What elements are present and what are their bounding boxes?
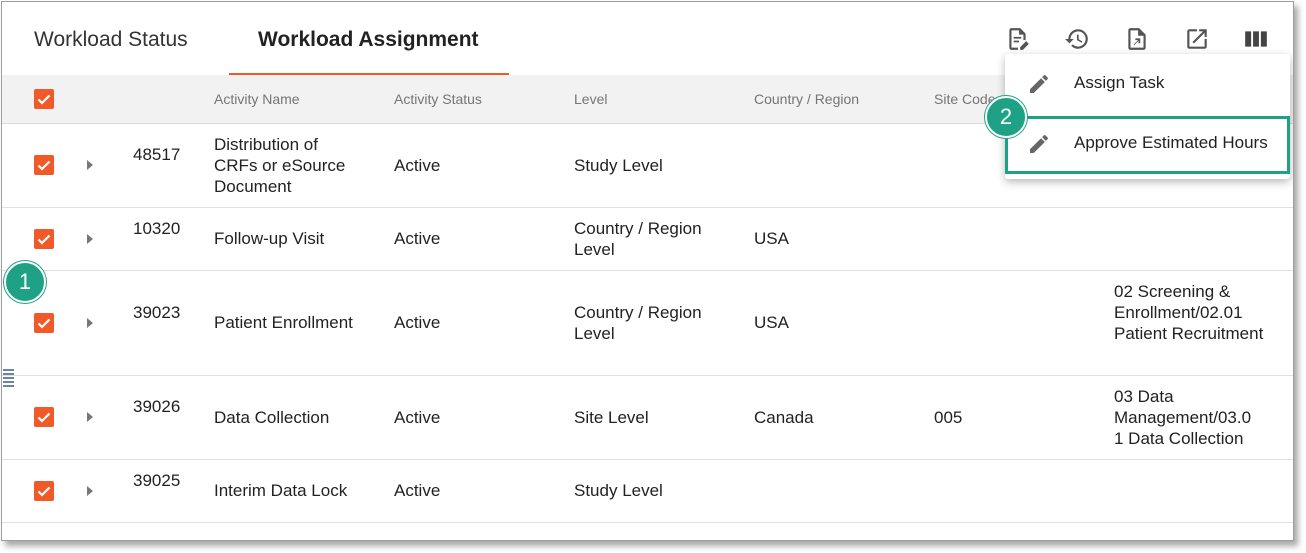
column-header-activity-name[interactable]: Activity Name	[214, 91, 300, 107]
menu-item-assign-task[interactable]: Assign Task	[1005, 54, 1290, 112]
open-external-icon[interactable]	[1184, 26, 1210, 52]
menu-item-label: Assign Task	[1074, 73, 1165, 92]
callout-1: 1	[4, 261, 46, 303]
column-header-site-code[interactable]: Site Code	[934, 91, 995, 107]
tab-workload-status[interactable]: Workload Status	[34, 28, 188, 52]
row-id: 39025	[133, 471, 181, 490]
workload-panel: Workload Status Workload Assignment Acti…	[1, 1, 1294, 541]
country-region: USA	[754, 313, 789, 332]
activity-name: Interim Data Lock	[214, 481, 348, 500]
activity-name: Patient Enrollment	[214, 313, 353, 332]
activity-status: Active	[394, 408, 441, 427]
activity-name: Distribution of CRFs or eSource Document	[214, 135, 346, 196]
pencil-icon	[1027, 132, 1051, 156]
table-row[interactable]: 39026 Data Collection Active Site Level …	[2, 376, 1293, 460]
row-checkbox[interactable]	[34, 313, 54, 333]
site-code: 005	[934, 408, 963, 427]
expand-row-icon[interactable]	[87, 318, 93, 328]
table-row[interactable]: 39023 Patient Enrollment Active Country …	[2, 271, 1293, 376]
activity-status: Active	[394, 481, 441, 500]
export-document-icon[interactable]	[1124, 26, 1150, 52]
level: Site Level	[574, 408, 649, 427]
level: Country / Region Level	[574, 219, 702, 259]
pencil-icon	[1027, 72, 1051, 96]
edit-document-icon[interactable]	[1005, 26, 1031, 52]
activity-status: Active	[394, 156, 441, 175]
callout-2: 2	[985, 96, 1027, 138]
activity-status: Active	[394, 229, 441, 248]
column-header-level[interactable]: Level	[574, 91, 607, 107]
country-region: Canada	[754, 408, 814, 427]
row-checkbox[interactable]	[34, 155, 54, 175]
table-row[interactable]: 39025 Interim Data Lock Active Study Lev…	[2, 460, 1293, 523]
expand-row-icon[interactable]	[87, 234, 93, 244]
select-all-checkbox[interactable]	[34, 89, 54, 109]
history-icon[interactable]	[1064, 26, 1090, 52]
columns-icon[interactable]	[1243, 26, 1269, 52]
activity-status: Active	[394, 313, 441, 332]
tab-workload-assignment[interactable]: Workload Assignment	[258, 28, 479, 52]
table-row[interactable]: 10320 Follow-up Visit Active Country / R…	[2, 208, 1293, 271]
expand-row-icon[interactable]	[87, 486, 93, 496]
column-header-activity-status[interactable]: Activity Status	[394, 91, 482, 107]
activity-name: Data Collection	[214, 408, 330, 427]
menu-item-approve-estimated-hours[interactable]: Approve Estimated Hours	[1005, 116, 1290, 174]
activity-name: Follow-up Visit	[214, 229, 325, 248]
menu-item-label: Approve Estimated Hours	[1074, 133, 1268, 152]
row-id: 39023	[133, 303, 181, 322]
row-id: 48517	[133, 145, 181, 164]
row-id: 39026	[133, 397, 181, 416]
row-id: 10320	[133, 219, 181, 238]
column-header-country-region[interactable]: Country / Region	[754, 91, 859, 107]
row-checkbox[interactable]	[34, 407, 54, 427]
task: 02 Screening & Enrollment/02.01 Patient …	[1114, 282, 1264, 343]
expand-row-icon[interactable]	[87, 412, 93, 422]
level: Study Level	[574, 481, 663, 500]
level: Study Level	[574, 156, 663, 175]
drag-handle-icon[interactable]	[2, 368, 16, 390]
task: 03 Data Management/03.0 1 Data Collectio…	[1114, 387, 1252, 448]
country-region: USA	[754, 229, 789, 248]
row-checkbox[interactable]	[34, 229, 54, 249]
expand-row-icon[interactable]	[87, 160, 93, 170]
actions-menu: Assign Task Approve Estimated Hours	[1005, 54, 1290, 179]
row-checkbox[interactable]	[34, 481, 54, 501]
level: Country / Region Level	[574, 303, 702, 343]
